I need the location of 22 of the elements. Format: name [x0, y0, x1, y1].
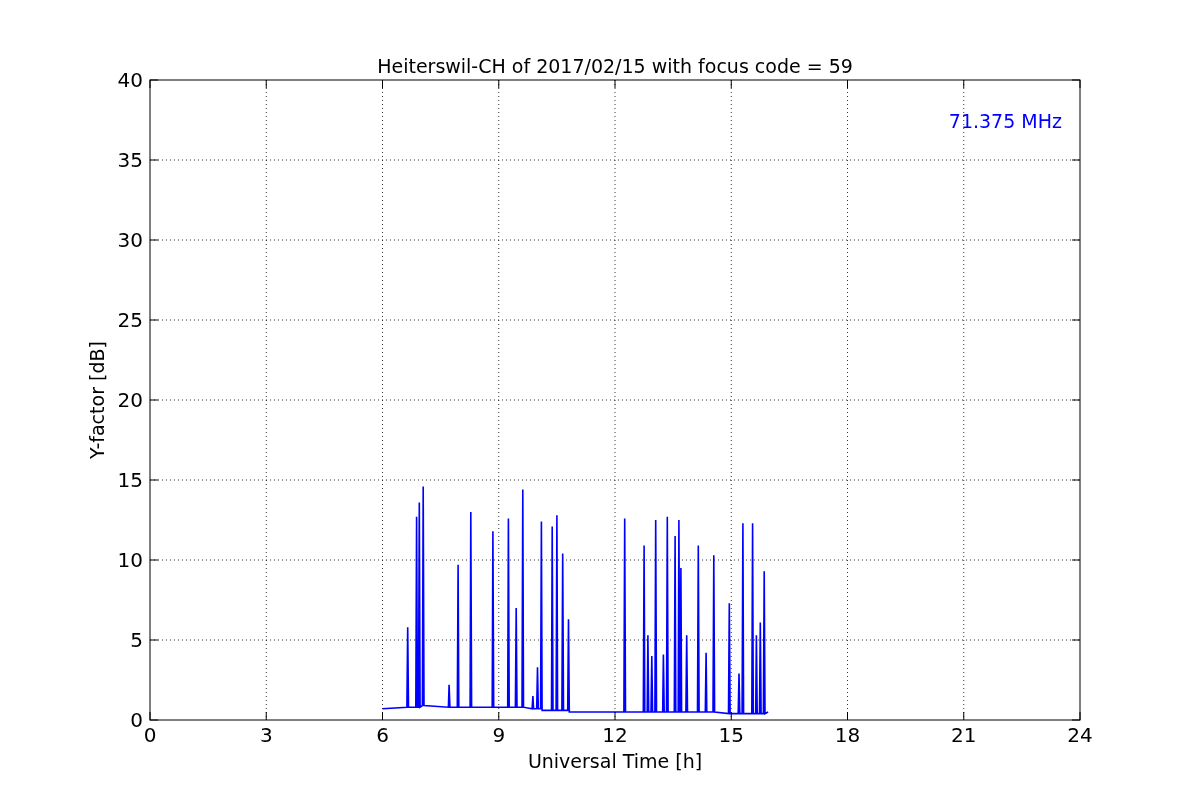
- y-tick-label: 20: [117, 388, 143, 412]
- x-tick-label: 9: [492, 723, 506, 747]
- y-tick-label: 0: [130, 708, 143, 732]
- x-tick-label: 15: [718, 723, 744, 747]
- x-tick-label: 6: [376, 723, 389, 747]
- x-axis-label: Universal Time [h]: [527, 750, 703, 772]
- chart-title: Heiterswil-CH of 2017/02/15 with focus code = 59: [377, 55, 853, 77]
- y-tick-label: 25: [117, 308, 143, 332]
- x-tick-label: 24: [1067, 723, 1093, 747]
- y-tick-label: 30: [117, 228, 143, 252]
- y-tick-label: 5: [130, 628, 143, 652]
- x-tick-label: 0: [143, 723, 157, 747]
- y-axis-label: Y-factor [dB]: [86, 341, 108, 459]
- x-tick-label: 18: [834, 723, 861, 747]
- y-tick-label: 35: [117, 148, 143, 172]
- y-tick-label: 15: [117, 468, 143, 492]
- x-tick-label: 21: [951, 723, 977, 747]
- y-tick-label: 40: [117, 68, 143, 92]
- y-tick-label: 10: [117, 548, 143, 572]
- x-tick-label: 3: [259, 723, 273, 747]
- x-tick-label: 12: [602, 723, 628, 747]
- series-label: 71.375 MHz: [948, 110, 1062, 132]
